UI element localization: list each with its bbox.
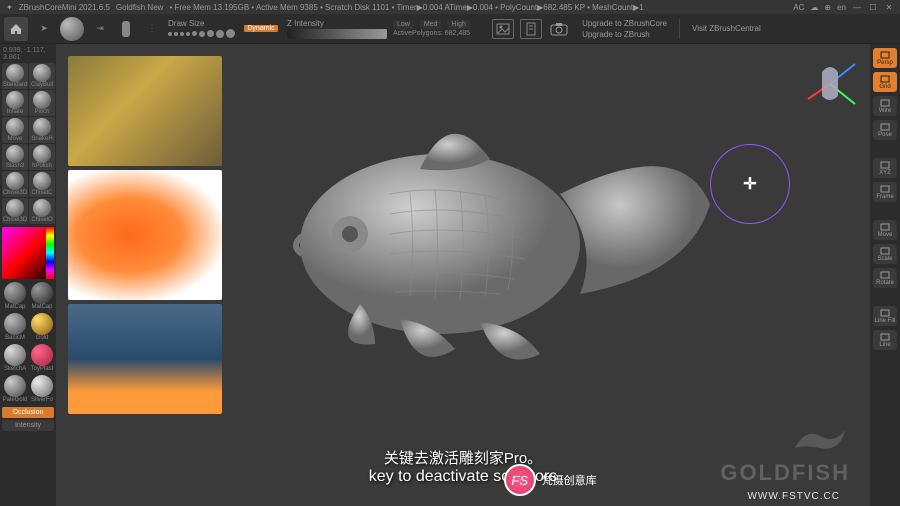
- occlusion-button[interactable]: Occlusion: [2, 407, 54, 418]
- brush-chisel3d[interactable]: Chisel3D: [2, 171, 28, 197]
- active-brush-preview[interactable]: [60, 17, 84, 41]
- brush-standard[interactable]: Standard: [2, 63, 28, 89]
- divider-icon: ⋮: [142, 18, 162, 40]
- poly-info: Low Med High ActivePolygons: 682,485: [393, 20, 470, 37]
- watermark: FS 梵摄创意库: [504, 464, 597, 496]
- camera-button[interactable]: [548, 19, 570, 39]
- material-palette: MatCapMatCapBasicMGoldSketchAToyPlastPal…: [2, 282, 54, 405]
- app-logo-icon: ✦: [6, 3, 13, 12]
- reference-image-2[interactable]: [68, 170, 222, 300]
- reference-image-1[interactable]: [68, 56, 222, 166]
- hue-strip[interactable]: [46, 227, 54, 279]
- upgrade-core-link[interactable]: Upgrade to ZBrushCore: [582, 19, 667, 28]
- brush-snakeh[interactable]: SnakeH: [29, 117, 55, 143]
- draw-size-label: Draw Size: [168, 19, 235, 28]
- step-forward-icon[interactable]: ⇥: [90, 18, 110, 40]
- color-picker[interactable]: [2, 227, 54, 279]
- coordinates-readout: 0.939, -1.117, 3.861: [2, 46, 54, 62]
- language-label[interactable]: en: [837, 3, 846, 12]
- titlebar: ✦ ZBrushCoreMini 2021.6.5 Goldfish New •…: [0, 0, 900, 14]
- material-matcap[interactable]: MatCap: [29, 282, 55, 312]
- level-low-button[interactable]: Low: [393, 20, 414, 29]
- right-move-button[interactable]: Move: [873, 220, 897, 240]
- top-toolbar: ➤ ⇥ ⋮ Draw Size Dynamic Z Intensity Low …: [0, 14, 900, 44]
- minimize-button[interactable]: —: [852, 2, 862, 12]
- brush-pinch[interactable]: Pinch: [29, 90, 55, 116]
- right-line-fill-button[interactable]: Line Fill: [873, 306, 897, 326]
- z-intensity-label: Z Intensity: [287, 19, 387, 28]
- brush-move[interactable]: Move: [2, 117, 28, 143]
- level-med-button[interactable]: Med: [420, 20, 442, 29]
- right-pose-button[interactable]: Pose: [873, 120, 897, 140]
- material-matcap[interactable]: MatCap: [2, 282, 28, 312]
- material-toyplast[interactable]: ToyPlast: [29, 344, 55, 374]
- reference-image-3[interactable]: [68, 304, 222, 414]
- reference-image-button[interactable]: [492, 19, 514, 39]
- brush-chiselo[interactable]: ChiselO: [29, 198, 55, 224]
- right-rotate-button[interactable]: Rotate: [873, 268, 897, 288]
- viewport-logo: GOLDFISH: [720, 418, 850, 486]
- material-gold[interactable]: Gold: [29, 313, 55, 343]
- brush-slash3[interactable]: Slash3: [2, 144, 28, 170]
- brush-palette: StandardClayBuilInflatePinchMoveSnakeHSl…: [2, 63, 54, 224]
- right-xyz-button[interactable]: XYZ: [873, 158, 897, 178]
- home-icon: [9, 22, 23, 36]
- brush-cursor: ✛: [710, 144, 790, 224]
- material-sketcha[interactable]: SketchA: [2, 344, 28, 374]
- brush-claybuil[interactable]: ClayBuil: [29, 63, 55, 89]
- crosshair-icon: ✛: [743, 174, 756, 194]
- z-intensity-slider[interactable]: Z Intensity: [287, 19, 387, 39]
- reference-column: [56, 44, 220, 506]
- watermark-badge: FS: [504, 464, 536, 496]
- navigation-gizmo[interactable]: [800, 54, 860, 114]
- globe-icon[interactable]: ⊕: [824, 3, 831, 12]
- right-wire-button[interactable]: Wire: [873, 96, 897, 116]
- right-persp-button[interactable]: Persp: [873, 48, 897, 68]
- brush-chiselc[interactable]: ChiselC: [29, 171, 55, 197]
- app-name: ZBrushCoreMini 2021.6.5: [19, 3, 110, 12]
- project-logo-text: GOLDFISH: [720, 460, 850, 486]
- left-sidebar: 0.939, -1.117, 3.861 StandardClayBuilInf…: [0, 44, 56, 506]
- arrow-right-icon[interactable]: ➤: [34, 18, 54, 40]
- viewport-3d[interactable]: ✛ GOLDFISH: [220, 44, 870, 506]
- camera-icon: [550, 22, 568, 36]
- canvas-area: ✛ GOLDFISH 关键去激活雕刻家Pro。 key to deactivat…: [56, 44, 870, 506]
- zbrush-logo-icon: [790, 418, 850, 458]
- brush-inflate[interactable]: Inflate: [2, 90, 28, 116]
- intensity-button[interactable]: Intensity: [2, 420, 54, 431]
- document-icon: [525, 22, 537, 36]
- draw-size-slider[interactable]: Draw Size: [168, 19, 235, 38]
- dynamic-toggle[interactable]: Dynamic: [244, 25, 277, 32]
- right-scale-button[interactable]: Scale: [873, 244, 897, 264]
- right-sidebar: Persp Grid Wire Pose XYZ Frame Move Scale Rotate…: [870, 44, 900, 506]
- material-silverfo[interactable]: SilverFo: [29, 375, 55, 405]
- brush-hpolish[interactable]: hPolish: [29, 144, 55, 170]
- brush-chisel3d[interactable]: Chisel3D: [2, 198, 28, 224]
- level-high-button[interactable]: High: [447, 20, 469, 29]
- document-button[interactable]: [520, 19, 542, 39]
- material-basicm[interactable]: BasicM: [2, 313, 28, 343]
- image-icon: [496, 23, 510, 35]
- project-name: Goldfish New: [116, 3, 164, 12]
- visit-zbrushcentral-link[interactable]: Visit ZBrushCentral: [686, 24, 767, 33]
- home-button[interactable]: [4, 17, 28, 41]
- material-palegold[interactable]: PaleGold: [2, 375, 28, 405]
- cloud-icon[interactable]: ☁: [810, 3, 818, 12]
- close-button[interactable]: ✕: [884, 2, 894, 12]
- goldfish-sculpt: [240, 74, 720, 394]
- right-line-button[interactable]: Line: [873, 330, 897, 350]
- right-grid-button[interactable]: Grid: [873, 72, 897, 92]
- maximize-button[interactable]: ☐: [868, 2, 878, 12]
- upgrade-zbrush-link[interactable]: Upgrade to ZBrush: [582, 30, 667, 39]
- app-stats: • Free Mem 13.195GB • Active Mem 9385 • …: [169, 3, 643, 12]
- watermark-url: WWW.FSTVC.CC: [747, 491, 840, 502]
- watermark-text: 梵摄创意库: [542, 472, 597, 488]
- right-frame-button[interactable]: Frame: [873, 182, 897, 202]
- ac-indicator: AC: [793, 3, 804, 12]
- cylinder-icon[interactable]: [116, 18, 136, 40]
